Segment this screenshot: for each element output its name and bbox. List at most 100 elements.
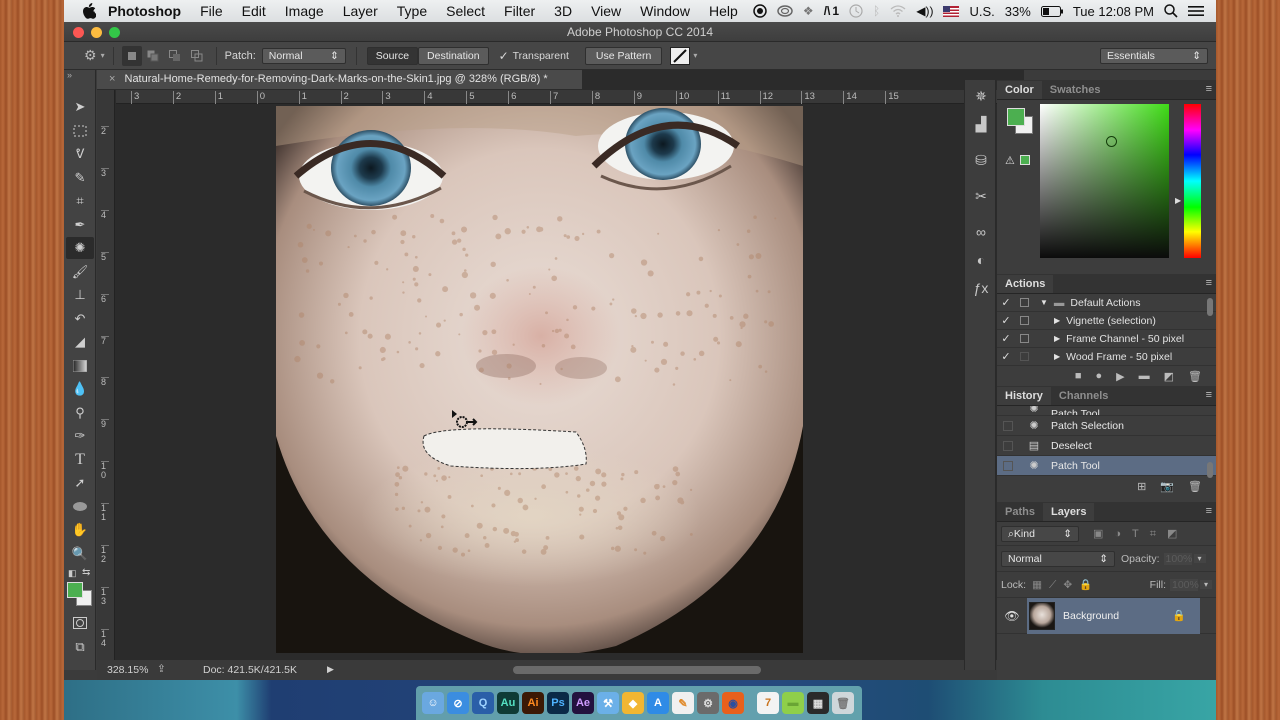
quick-selection-tool-icon[interactable]: ✎ [66,167,94,189]
menu-edit[interactable]: Edit [242,3,266,19]
layer-filter-icons[interactable]: ▣◑T⌗◩ [1093,527,1188,541]
layer-row[interactable]: 👁 Background 🔒 [997,597,1216,634]
delete-icon[interactable]: 🗑 [1188,370,1202,383]
color-field[interactable] [1040,104,1169,258]
record-action-icon[interactable]: ● [1096,370,1103,382]
destination-button[interactable]: Destination [418,46,489,65]
dock-app-screen-icon[interactable]: ▦ [807,692,829,714]
history-item[interactable]: ✺ Patch Tool [997,406,1216,416]
subtract-from-selection-icon[interactable] [164,49,186,62]
new-set-icon[interactable]: ▬ [1139,370,1150,382]
history-brush-tool-icon[interactable]: ↶ [66,308,94,330]
properties-panel-icon[interactable]: ⛁ [968,148,994,172]
image-canvas[interactable] [276,106,803,653]
action-row[interactable]: ✓ ▶ Frame Channel - 50 pixel [997,330,1216,348]
battery-percent[interactable]: 33% [1005,4,1031,19]
panel-menu-icon[interactable]: ≡ [1206,389,1212,401]
menu-window[interactable]: Window [640,3,690,19]
history-source-box[interactable] [1003,406,1013,415]
patch-mode-select[interactable]: Normal ⇕ [261,47,346,64]
delete-state-icon[interactable]: 🗑 [1188,480,1202,493]
action-toggle-check[interactable]: ✓ [997,296,1015,309]
zoom-tool-icon[interactable]: 🔍 [66,543,94,565]
action-toggle-check[interactable]: ✓ [997,332,1015,345]
menu-layer[interactable]: Layer [343,3,378,19]
navigator-panel-icon[interactable]: ✵ [968,84,994,108]
document-tab[interactable]: × Natural-Home-Remedy-for-Removing-Dark-… [97,70,582,89]
swap-colors-icon[interactable]: ⇆ [82,567,90,578]
screen-mode-icon[interactable]: ⧉ [66,636,94,658]
expand-icon[interactable]: ▼ [1040,298,1048,307]
opacity-input[interactable]: 100% [1163,552,1192,565]
action-toggle-check[interactable]: ✓ [997,350,1015,363]
clock[interactable]: Tue 12:08 PM [1073,4,1154,19]
dock-app-trash-icon[interactable]: 🗑 [832,692,854,714]
tab-channels[interactable]: Channels [1051,387,1117,405]
menu-select[interactable]: Select [446,3,485,19]
expand-icon[interactable]: ▶ [1054,316,1060,325]
menu-view[interactable]: View [591,3,621,19]
patch-tool-preset-icon[interactable]: ⚙ [84,47,97,64]
input-source-label[interactable]: U.S. [969,4,994,19]
dock-app-finder-icon[interactable]: ☺ [422,692,444,714]
minimize-window-button[interactable] [91,27,102,38]
libraries-panel-icon[interactable]: ∞ [968,220,994,244]
status-menu-arrow-icon[interactable]: ▶ [327,664,334,675]
clone-stamp-tool-icon[interactable]: ⊥ [66,284,94,306]
panel-menu-icon[interactable]: ≡ [1206,277,1212,289]
dock-app-illustrator-icon[interactable]: Ai [522,692,544,714]
tab-paths[interactable]: Paths [997,503,1043,521]
panel-menu-icon[interactable]: ≡ [1206,83,1212,95]
dock-app-audition-icon[interactable]: Au [497,692,519,714]
history-source-box[interactable] [1003,440,1013,451]
use-pattern-button[interactable]: Use Pattern [584,46,663,65]
bluetooth-icon[interactable]: ᛒ [873,4,880,18]
close-window-button[interactable] [73,27,84,38]
gradient-tool-icon[interactable] [66,355,94,377]
gamut-warning-icon[interactable]: ⚠ [1005,154,1015,167]
new-action-icon[interactable]: ◩ [1164,370,1174,383]
stop-icon[interactable]: ■ [1075,370,1082,382]
pattern-dropdown-icon[interactable]: ▾ [693,51,697,60]
tab-actions[interactable]: Actions [997,275,1054,293]
close-document-icon[interactable]: × [109,73,115,85]
type-tool-icon[interactable]: T [66,449,94,471]
menu-type[interactable]: Type [397,3,427,19]
horizontal-scroll-thumb[interactable] [513,666,761,674]
flag-us-icon[interactable] [943,5,960,17]
fill-dropdown-icon[interactable]: ▾ [1200,580,1212,589]
workspace-select[interactable]: Essentials ⇕ [1100,48,1208,64]
add-to-selection-icon[interactable] [142,50,164,62]
dropbox-icon[interactable]: ❖ [803,4,814,18]
opacity-dropdown-icon[interactable]: ▾ [1193,554,1206,563]
dock-app-safari-icon[interactable]: ⊘ [447,692,469,714]
action-row[interactable]: ✓ ▶ Wood Frame - 50 pixel [997,348,1216,366]
hand-tool-icon[interactable]: ✋ [66,519,94,541]
history-item[interactable]: ✺ Patch Selection [997,416,1216,436]
play-icon[interactable]: ▶ [1116,370,1124,383]
zoom-window-button[interactable] [109,27,120,38]
dock-app-xcode-icon[interactable]: ⚒ [597,692,619,714]
color-panel-fg-swatch[interactable] [1007,108,1025,126]
time-machine-icon[interactable] [849,4,863,18]
tool-presets-panel-icon[interactable]: ✂ [968,184,994,208]
crop-tool-icon[interactable]: ⌗ [66,190,94,212]
transparent-checkbox[interactable]: ✓ [499,49,509,63]
layer-filter-select[interactable]: ⌕Kind ⇕ [1001,525,1079,542]
new-document-from-state-icon[interactable]: ⊞ [1137,480,1146,493]
styles-panel-icon[interactable]: ƒx [968,276,994,300]
layer-visibility-eye-icon[interactable]: 👁 [997,609,1027,623]
action-toggle-check[interactable]: ✓ [997,314,1015,327]
action-set-row[interactable]: ✓ ▼ ▬ Default Actions [997,294,1216,312]
dialog-toggle[interactable] [1020,316,1029,325]
zoom-level[interactable]: 328.15% [107,664,148,676]
menu-3d[interactable]: 3D [554,3,572,19]
history-item-selected[interactable]: ✺ Patch Tool [997,456,1216,476]
dock-app-folder-icon[interactable]: ▬ [782,692,804,714]
blend-mode-select[interactable]: Normal ⇕ [1001,550,1115,567]
record-icon[interactable] [753,4,767,18]
collapse-toolbar-icon[interactable]: » [64,70,95,84]
dock-app-sketch-icon[interactable]: ◆ [622,692,644,714]
dialog-toggle[interactable] [1020,298,1029,307]
pattern-picker-icon[interactable] [670,46,691,65]
